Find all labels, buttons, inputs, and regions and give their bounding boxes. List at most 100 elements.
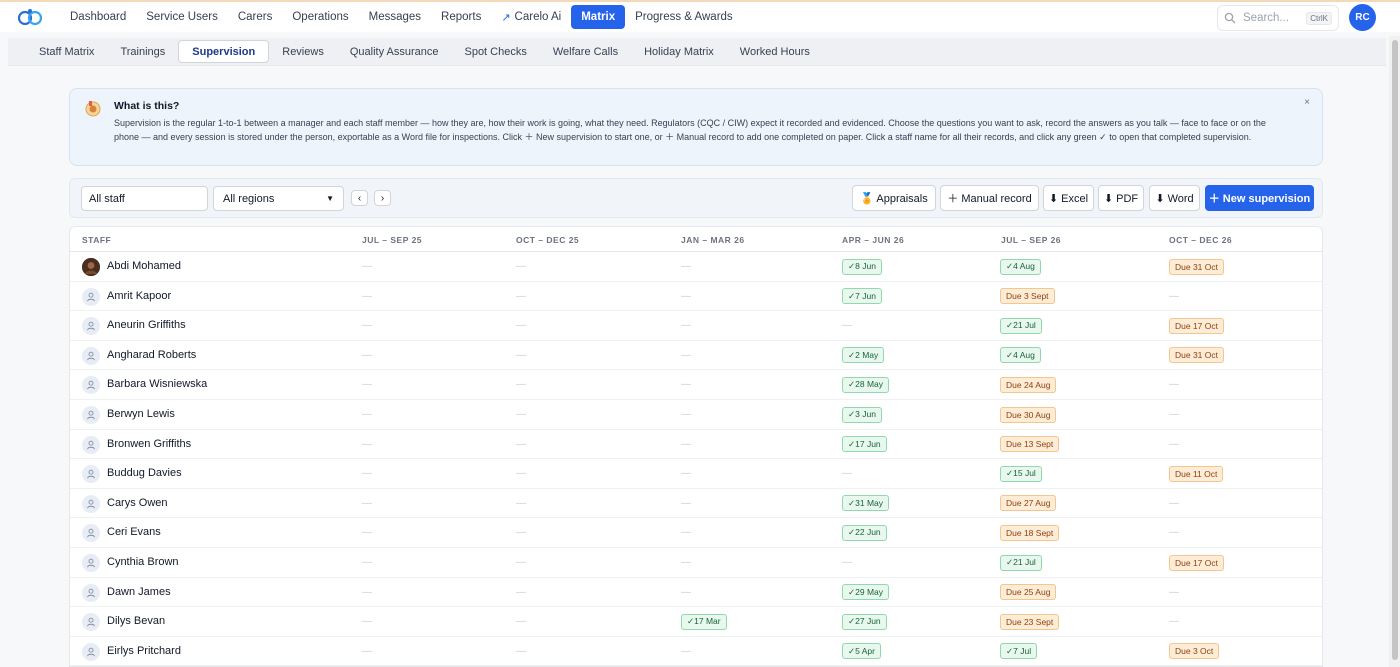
empty-dash: — [681, 438, 691, 450]
tab-welfare-calls[interactable]: Welfare Calls [540, 40, 631, 63]
carelo-logo-icon[interactable] [17, 8, 43, 26]
staff-name-link[interactable]: Ceri Evans [107, 526, 161, 538]
due-badge[interactable]: Due 31 Oct [1169, 347, 1224, 364]
staff-name-link[interactable]: Angharad Roberts [107, 349, 196, 361]
completed-cell: ✓8 Jun [842, 258, 882, 275]
empty-cell: — [362, 554, 372, 571]
due-badge[interactable]: Due 17 Oct [1169, 554, 1224, 571]
empty-cell: — [516, 258, 526, 275]
page-scrollbar-thumb[interactable] [1392, 40, 1398, 660]
appraisals-button[interactable]: 🏅 Appraisals [852, 185, 936, 211]
due-badge[interactable]: Due 30 Aug [1000, 406, 1057, 423]
completed-supervision-badge[interactable]: ✓2 May [842, 347, 885, 364]
empty-cell: — [681, 643, 691, 660]
empty-cell: — [362, 584, 372, 601]
staff-name-link[interactable]: Amrit Kapoor [107, 290, 171, 302]
due-badge[interactable]: Due 18 Sept [1000, 524, 1060, 541]
nav-dashboard[interactable]: Dashboard [60, 5, 136, 29]
nav-reports[interactable]: Reports [431, 5, 491, 29]
tab-staff-matrix[interactable]: Staff Matrix [26, 40, 107, 63]
due-badge[interactable]: Due 11 Oct [1169, 465, 1224, 482]
nav-service-users[interactable]: Service Users [136, 5, 228, 29]
completed-cell: ✓7 Jul [1000, 643, 1038, 660]
nav-messages[interactable]: Messages [359, 5, 431, 29]
export-pdf-button[interactable]: ⬇ PDF [1098, 185, 1144, 211]
nav-operations[interactable]: Operations [282, 5, 358, 29]
due-badge[interactable]: Due 31 Oct [1169, 258, 1224, 275]
staff-name-link[interactable]: Abdi Mohamed [107, 260, 181, 272]
nav-carelo-ai[interactable]: ↗ Carelo Ai [491, 5, 571, 29]
staff-name-link[interactable]: Carys Owen [107, 497, 168, 509]
empty-dash: — [681, 557, 691, 568]
completed-supervision-badge[interactable]: ✓31 May [842, 495, 889, 512]
empty-dash: — [516, 320, 526, 332]
export-word-button[interactable]: ⬇ Word [1149, 185, 1200, 211]
due-badge[interactable]: Due 3 Oct [1169, 643, 1220, 660]
nav-matrix[interactable]: Matrix [571, 5, 626, 29]
tab-holiday-matrix[interactable]: Holiday Matrix [631, 40, 727, 63]
next-period-button[interactable]: › [374, 190, 391, 206]
due-badge[interactable]: Due 3 Sept [1000, 288, 1055, 305]
completed-supervision-badge[interactable]: ✓4 Aug [1000, 258, 1041, 275]
staff-name-link[interactable]: Eirlys Pritchard [107, 645, 181, 657]
nav-carers[interactable]: Carers [228, 5, 283, 29]
completed-supervision-badge[interactable]: ✓17 Mar [681, 613, 727, 630]
tab-spot-checks[interactable]: Spot Checks [451, 40, 539, 63]
completed-supervision-badge[interactable]: ✓5 Apr [842, 643, 881, 660]
due-cell: Due 11 Oct [1169, 465, 1224, 482]
staff-name-link[interactable]: Buddug Davies [107, 467, 182, 479]
due-cell: Due 31 Oct [1169, 347, 1224, 364]
due-badge[interactable]: Due 25 Aug [1000, 584, 1057, 601]
completed-supervision-badge[interactable]: ✓17 Jun [842, 436, 887, 453]
manual-record-button[interactable]: ＋ Manual record [940, 185, 1039, 211]
completed-supervision-badge[interactable]: ✓22 Jun [842, 524, 887, 541]
staff-name-link[interactable]: Dilys Bevan [107, 615, 165, 627]
empty-dash: — [362, 349, 372, 361]
completed-supervision-badge[interactable]: ✓3 Jun [842, 406, 882, 423]
staff-name-link[interactable]: Berwyn Lewis [107, 408, 175, 420]
prev-period-button[interactable]: ‹ [351, 190, 368, 206]
completed-supervision-badge[interactable]: ✓8 Jun [842, 258, 882, 275]
completed-supervision-badge[interactable]: ✓27 Jun [842, 613, 887, 630]
export-excel-button[interactable]: ⬇ Excel [1043, 185, 1094, 211]
new-supervision-button[interactable]: ＋ New supervision [1205, 185, 1314, 211]
due-badge[interactable]: Due 23 Sept [1000, 613, 1060, 630]
completed-cell: ✓31 May [842, 495, 889, 512]
completed-cell: ✓7 Jun [842, 288, 882, 305]
staff-name-link[interactable]: Aneurin Griffiths [107, 319, 186, 331]
tab-reviews[interactable]: Reviews [269, 40, 337, 63]
tab-supervision[interactable]: Supervision [178, 40, 270, 63]
completed-supervision-badge[interactable]: ✓15 Jul [1000, 465, 1042, 482]
global-search[interactable]: Search... CtrlK [1217, 5, 1339, 31]
staff-filter-input[interactable] [81, 186, 208, 211]
staff-name-link[interactable]: Bronwen Griffiths [107, 438, 191, 450]
due-badge[interactable]: Due 17 Oct [1169, 317, 1224, 334]
table-row: Aneurin Griffiths — — — — ✓21 Jul Due 17 Oct [70, 311, 1322, 341]
region-select[interactable]: All regions ▼ [213, 186, 344, 211]
tab-worked-hours[interactable]: Worked Hours [727, 40, 823, 63]
empty-dash: — [516, 349, 526, 361]
staff-name-link[interactable]: Cynthia Brown [107, 556, 179, 568]
nav-progress-awards[interactable]: Progress & Awards [625, 5, 743, 29]
completed-supervision-badge[interactable]: ✓4 Aug [1000, 347, 1041, 364]
table-row: Abdi Mohamed — — — ✓8 Jun ✓4 Aug Due 31 Oct [70, 252, 1322, 282]
completed-supervision-badge[interactable]: ✓28 May [842, 376, 889, 393]
staff-name-link[interactable]: Barbara Wisniewska [107, 378, 207, 390]
completed-supervision-badge[interactable]: ✓7 Jun [842, 288, 882, 305]
completed-supervision-badge[interactable]: ✓29 May [842, 584, 889, 601]
due-badge[interactable]: Due 27 Aug [1000, 495, 1057, 512]
empty-dash: — [681, 261, 691, 272]
due-badge[interactable]: Due 24 Aug [1000, 376, 1057, 393]
completed-supervision-badge[interactable]: ✓7 Jul [1000, 643, 1038, 660]
completed-supervision-badge[interactable]: ✓21 Jul [1000, 317, 1042, 334]
staff-name-link[interactable]: Dawn James [107, 586, 171, 598]
user-avatar[interactable]: RC [1349, 4, 1376, 31]
due-badge[interactable]: Due 13 Sept [1000, 436, 1060, 453]
empty-cell: — [681, 347, 691, 364]
close-icon[interactable]: × [1304, 97, 1310, 108]
search-placeholder: Search... [1243, 12, 1290, 24]
tab-trainings[interactable]: Trainings [107, 40, 178, 63]
completed-supervision-badge[interactable]: ✓21 Jul [1000, 554, 1042, 571]
tab-quality-assurance[interactable]: Quality Assurance [337, 40, 452, 63]
empty-dash: — [516, 409, 526, 420]
